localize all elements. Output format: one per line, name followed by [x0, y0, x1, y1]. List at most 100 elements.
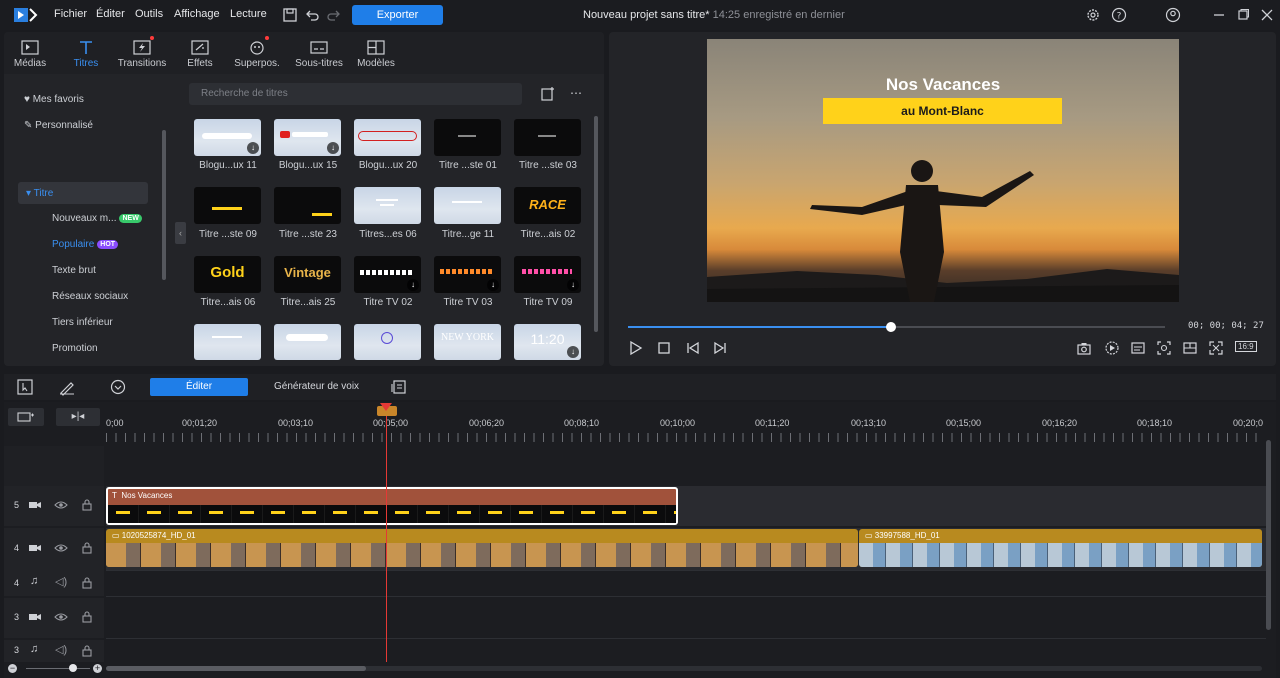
- sidebar-item-popular[interactable]: Populaire HOT: [52, 239, 119, 250]
- playhead-marker-icon[interactable]: [380, 403, 392, 411]
- redo-icon[interactable]: [325, 6, 343, 24]
- title-thumbnail[interactable]: ↓: [194, 119, 261, 156]
- lock-icon[interactable]: [80, 541, 94, 555]
- sidebar-item-custom[interactable]: ✎ Personnalisé: [24, 120, 93, 131]
- title-thumbnail[interactable]: [434, 119, 501, 156]
- add-track-button[interactable]: [8, 408, 44, 426]
- menu-file[interactable]: Fichier: [54, 8, 87, 20]
- menu-playback[interactable]: Lecture: [230, 8, 267, 20]
- lock-icon[interactable]: [80, 610, 94, 624]
- account-icon[interactable]: [1164, 6, 1182, 24]
- zoom-slider[interactable]: [26, 668, 90, 669]
- tab-effects[interactable]: Effets: [180, 32, 220, 74]
- help-icon[interactable]: ?: [1110, 6, 1128, 24]
- script-icon[interactable]: [390, 378, 408, 396]
- menu-tools[interactable]: Outils: [135, 8, 163, 20]
- title-thumbnail[interactable]: [274, 324, 341, 360]
- subtitles-toggle-icon[interactable]: [1130, 340, 1146, 356]
- voice-generator-button[interactable]: Générateur de voix: [274, 381, 359, 392]
- menu-view[interactable]: Affichage: [174, 8, 220, 20]
- save-icon[interactable]: [281, 6, 299, 24]
- title-thumbnail[interactable]: [514, 119, 581, 156]
- zoom-slider-knob[interactable]: [69, 664, 77, 672]
- title-clip[interactable]: T Nos Vacances: [106, 487, 678, 525]
- edit-button[interactable]: Éditer: [150, 378, 248, 396]
- title-thumbnail[interactable]: [194, 324, 261, 360]
- title-thumbnail[interactable]: [434, 187, 501, 224]
- playback-scrubber[interactable]: [886, 322, 897, 332]
- collapse-sidebar-button[interactable]: ‹: [175, 222, 186, 244]
- title-thumbnail[interactable]: [354, 187, 421, 224]
- video-clip-1[interactable]: ▭ 1020525874_HD_01: [106, 529, 858, 567]
- tab-subtitles[interactable]: Sous-titres: [292, 32, 346, 74]
- sidebar-item-social[interactable]: Réseaux sociaux: [52, 291, 128, 302]
- sidebar-item-plain-text[interactable]: Texte brut: [52, 265, 96, 276]
- title-thumbnail[interactable]: NEW YORK: [434, 324, 501, 360]
- title-thumbnail[interactable]: Vintage: [274, 256, 341, 293]
- maximize-icon[interactable]: [1234, 6, 1252, 24]
- fit-timeline-icon[interactable]: ▸|◂: [56, 408, 100, 426]
- settings-icon[interactable]: [1084, 6, 1102, 24]
- visibility-icon[interactable]: [54, 610, 68, 624]
- title-thumbnail[interactable]: [274, 187, 341, 224]
- menu-edit[interactable]: Éditer: [96, 8, 125, 20]
- close-icon[interactable]: [1258, 6, 1276, 24]
- title-thumbnail[interactable]: Gold: [194, 256, 261, 293]
- search-input[interactable]: Recherche de titres: [189, 83, 522, 105]
- title-thumbnail[interactable]: 11:20 ↓: [514, 324, 581, 360]
- volume-icon[interactable]: ◁): [55, 643, 67, 656]
- time-ruler[interactable]: 0;00 00;01;20 00;03;10 00;05;00 00;06;20…: [106, 402, 1276, 442]
- play-icon[interactable]: [628, 340, 644, 356]
- title-thumbnail[interactable]: [354, 324, 421, 360]
- sidebar-group-title[interactable]: ▾ Titre: [26, 188, 53, 199]
- tab-overlays[interactable]: Superpos.: [232, 32, 282, 74]
- grid-scrollbar[interactable]: [594, 116, 598, 332]
- tab-templates[interactable]: Modèles: [354, 32, 398, 74]
- lock-icon[interactable]: [80, 498, 94, 512]
- tab-titles[interactable]: Titres: [66, 32, 106, 74]
- timeline-vscrollbar[interactable]: [1266, 440, 1271, 630]
- lock-icon[interactable]: [80, 576, 94, 590]
- playback-progress[interactable]: [628, 326, 1165, 328]
- undo-icon[interactable]: [303, 6, 321, 24]
- sidebar-scrollbar[interactable]: [162, 130, 166, 280]
- visibility-icon[interactable]: [54, 498, 68, 512]
- title-thumbnail[interactable]: [354, 119, 421, 156]
- tab-transitions[interactable]: Transitions: [116, 32, 168, 74]
- more-options-icon[interactable]: ⋯: [570, 86, 583, 100]
- volume-icon[interactable]: ◁): [55, 575, 67, 588]
- visibility-icon[interactable]: [54, 541, 68, 555]
- playback-quality-icon[interactable]: [1104, 340, 1120, 356]
- timeline-hscroll-thumb[interactable]: [106, 666, 366, 671]
- timeline-hscrollbar[interactable]: [106, 666, 1262, 671]
- previous-frame-icon[interactable]: [685, 340, 701, 356]
- select-tool-icon[interactable]: [16, 378, 34, 396]
- title-thumbnail[interactable]: ↓: [354, 256, 421, 293]
- zoom-out-icon[interactable]: −: [8, 664, 17, 673]
- crop-zoom-icon[interactable]: [1156, 340, 1172, 356]
- minimize-icon[interactable]: [1210, 6, 1228, 24]
- fullscreen-icon[interactable]: [1208, 340, 1224, 356]
- title-thumbnail[interactable]: [194, 187, 261, 224]
- stop-icon[interactable]: [656, 340, 672, 356]
- sidebar-item-promotion[interactable]: Promotion: [52, 343, 98, 354]
- draw-icon[interactable]: [58, 378, 76, 396]
- aspect-ratio-button[interactable]: 16:9: [1235, 341, 1257, 352]
- next-frame-icon[interactable]: [712, 340, 728, 356]
- tab-media[interactable]: Médias: [10, 32, 50, 74]
- export-button[interactable]: Exporter: [352, 5, 443, 25]
- title-thumbnail[interactable]: ↓: [274, 119, 341, 156]
- sidebar-item-lower-third[interactable]: Tiers inférieur: [52, 317, 113, 328]
- title-thumbnail[interactable]: ↓: [514, 256, 581, 293]
- sidebar-item-new[interactable]: Nouveaux m... NEW: [52, 213, 142, 224]
- add-custom-title-icon[interactable]: [540, 86, 556, 102]
- dropdown-icon[interactable]: [109, 378, 127, 396]
- video-clip-2[interactable]: ▭ 33997588_HD_01: [859, 529, 1262, 567]
- layout-icon[interactable]: [1182, 340, 1198, 356]
- video-preview[interactable]: Nos Vacances au Mont-Blanc: [707, 39, 1179, 302]
- sidebar-item-favorites[interactable]: ♥ Mes favoris: [24, 94, 84, 105]
- lock-icon[interactable]: [80, 644, 94, 658]
- title-thumbnail[interactable]: RACE: [514, 187, 581, 224]
- zoom-in-icon[interactable]: +: [93, 664, 102, 673]
- snapshot-icon[interactable]: [1076, 340, 1092, 356]
